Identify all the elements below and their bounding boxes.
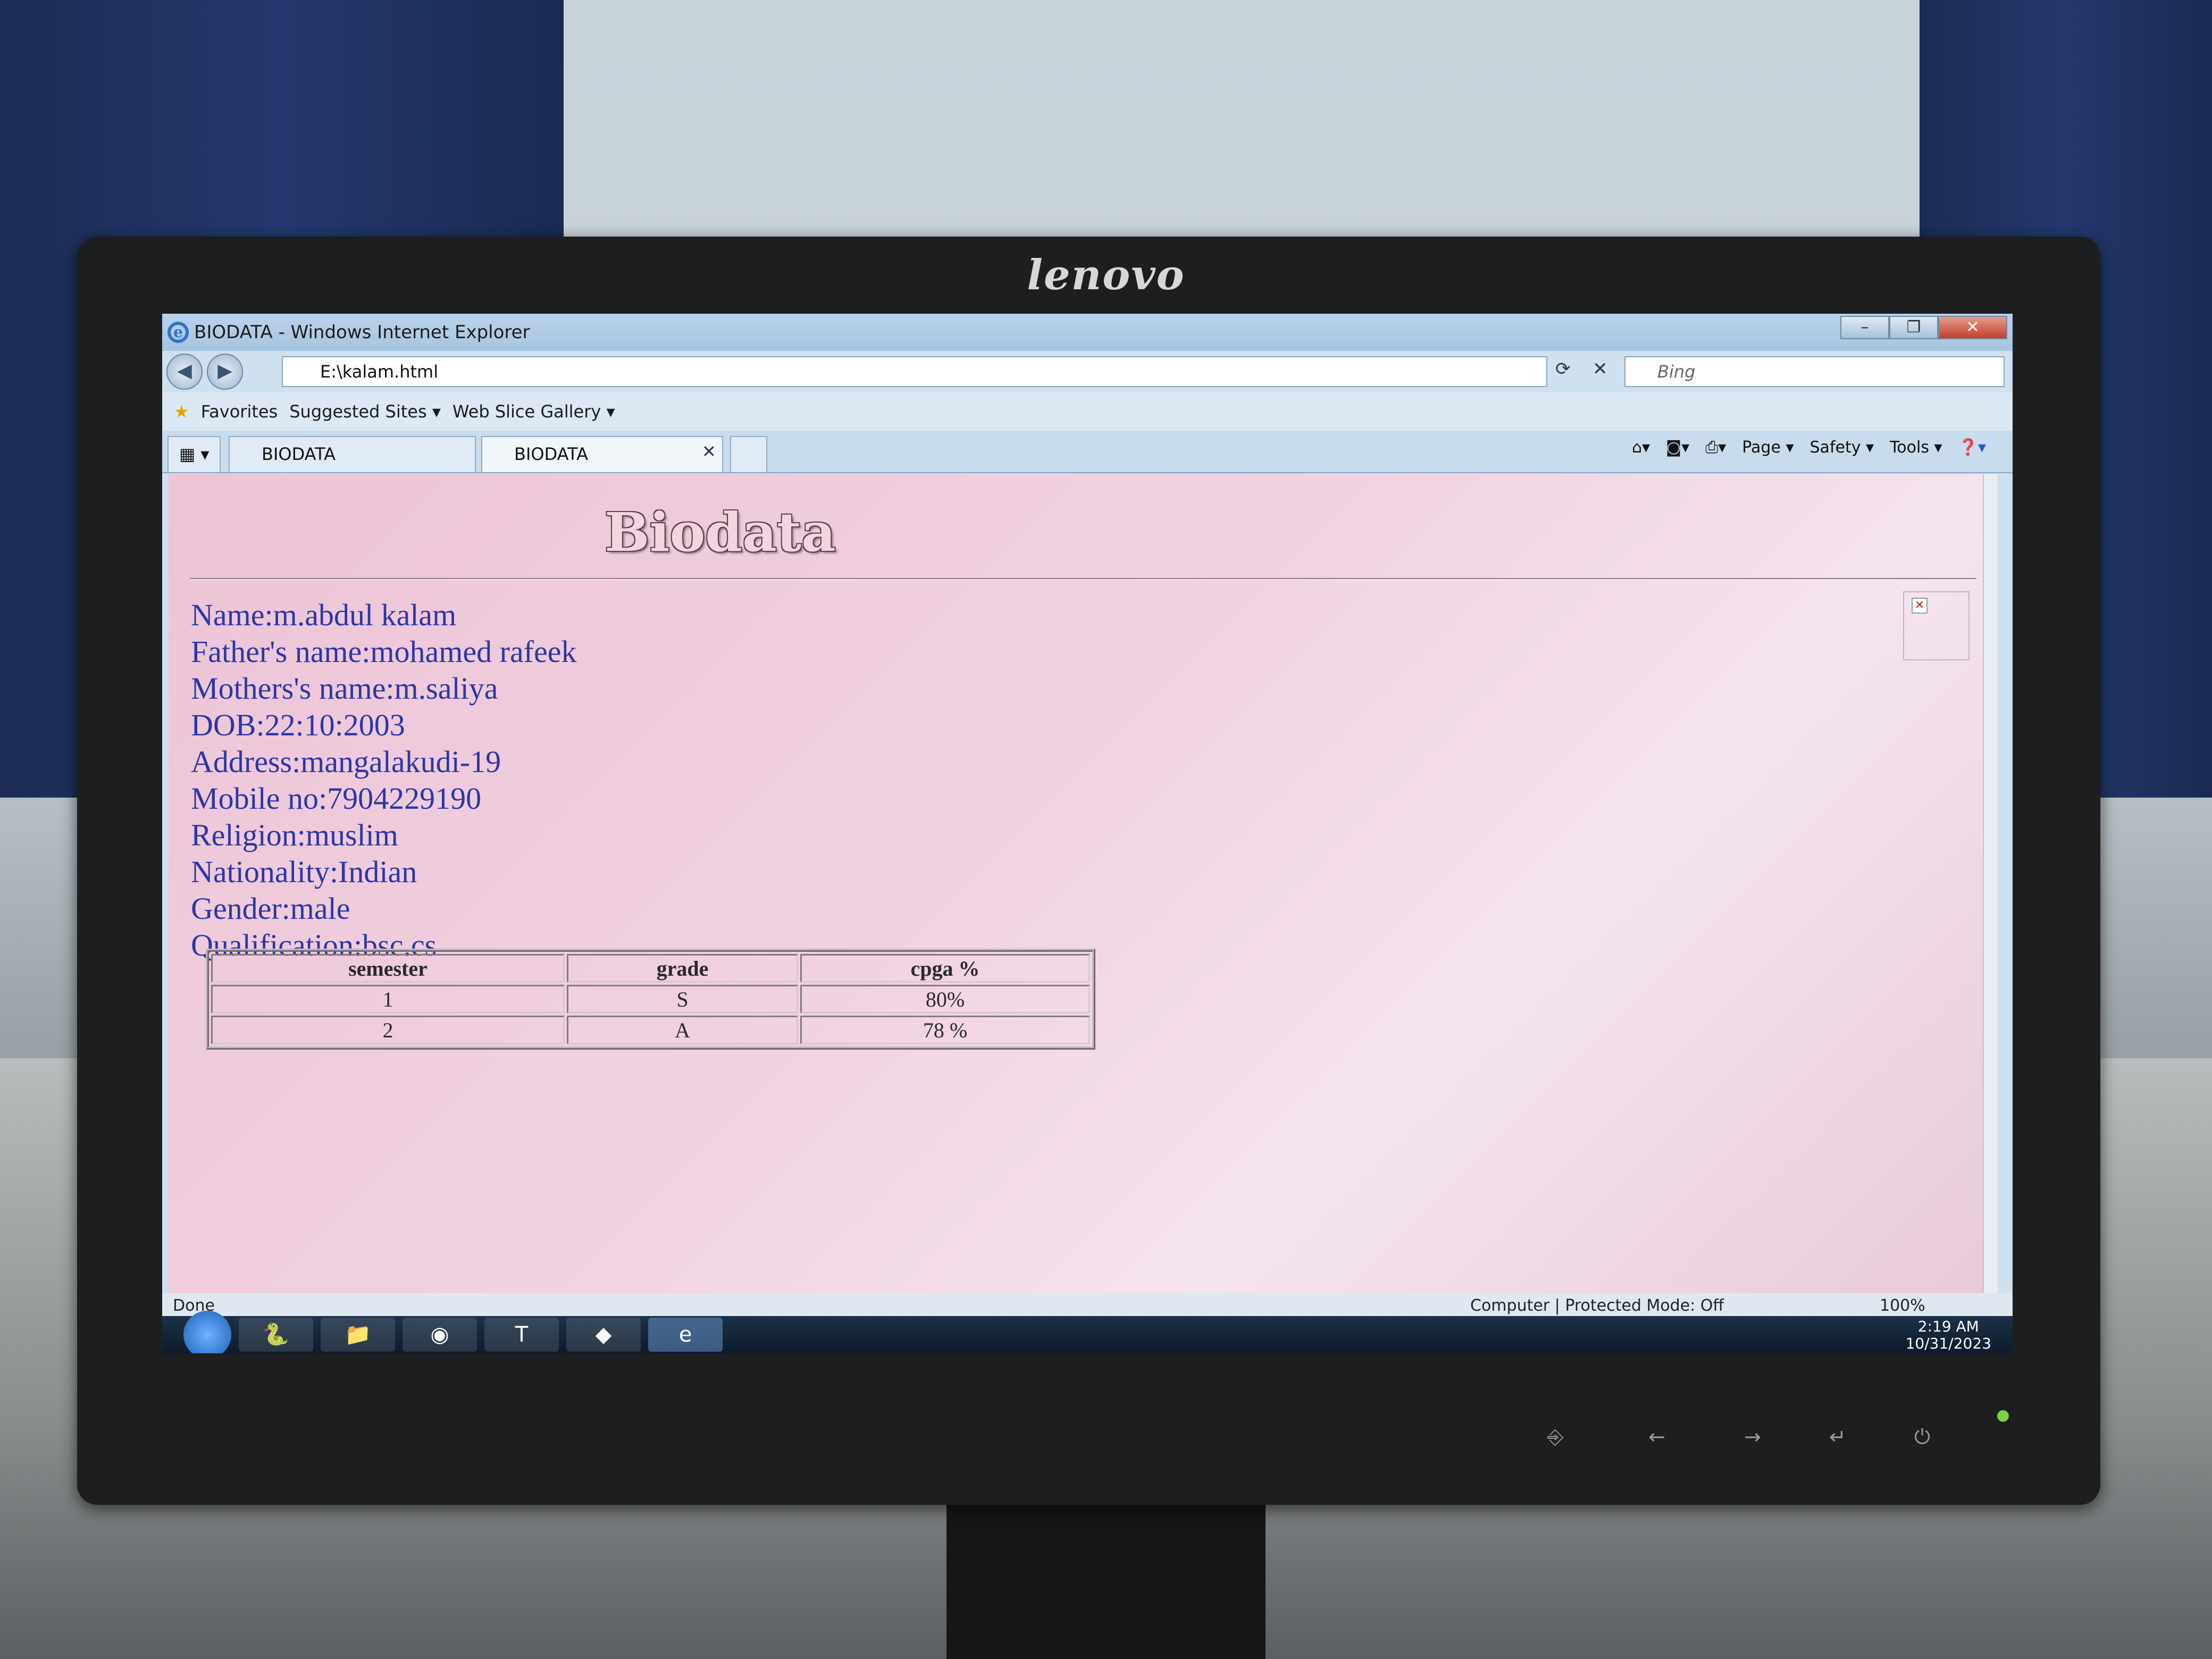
biodata-fields: Name:m.abdul kalam Father's name:mohamed…: [191, 597, 576, 963]
quick-tabs-button[interactable]: ▦ ▾: [167, 436, 221, 472]
cell-semester: 2: [211, 1016, 565, 1044]
refresh-icon[interactable]: ⟳: [1555, 358, 1571, 380]
home-icon[interactable]: ⌂▾: [1632, 438, 1650, 457]
field-father: Father's name:mohamed rafeek: [191, 634, 577, 669]
start-button[interactable]: [183, 1311, 231, 1353]
input-icon[interactable]: ⎆: [1547, 1425, 1563, 1449]
field-dob: DOB:22:10:2003: [191, 708, 405, 742]
forward-button[interactable]: ▶: [207, 354, 243, 390]
tab-bar: ▦ ▾ BIODATA BIODATA ✕ ⌂▾ ◙▾ ⎙▾ Page ▾ Sa…: [162, 431, 2013, 473]
page-menu[interactable]: Page ▾: [1742, 438, 1794, 457]
favorites-bar: ★ Favorites Suggested Sites ▾ Web Slice …: [162, 392, 2013, 431]
table-row: 2 A 78 %: [211, 1016, 1090, 1044]
left-arrow-icon[interactable]: ←: [1648, 1425, 1665, 1448]
minimize-button[interactable]: –: [1840, 316, 1889, 339]
field-mother: Mothers's name:m.saliya: [191, 671, 498, 706]
star-icon: ★: [174, 401, 189, 422]
favorites-button[interactable]: Favorites: [201, 401, 278, 422]
broken-image: ✕: [1903, 591, 1970, 660]
grades-table: semester grade cpga % 1 S 80% 2 A 78 %: [206, 949, 1095, 1050]
broken-image-icon: ✕: [1912, 598, 1928, 614]
header-semester: semester: [211, 954, 565, 983]
taskbar: 🐍 📁 ◉ T ◆ e 2:19 AM 10/31/2023: [162, 1311, 2013, 1353]
window-title: BIODATA - Windows Internet Explorer: [194, 322, 530, 343]
close-tab-icon[interactable]: ✕: [702, 441, 716, 462]
window-controls: – ❐ ✕: [1840, 316, 2007, 339]
field-gender: Gender:male: [191, 891, 350, 926]
cell-grade: A: [567, 1016, 798, 1044]
command-bar: ⌂▾ ◙▾ ⎙▾ Page ▾ Safety ▾ Tools ▾ ❓▾: [1616, 438, 1986, 457]
horizontal-rule: [190, 578, 1976, 580]
back-button[interactable]: ◀: [166, 354, 203, 390]
ie-taskbar-icon[interactable]: e: [648, 1318, 723, 1352]
vertical-scrollbar[interactable]: [1983, 474, 1998, 1293]
table-header-row: semester grade cpga %: [211, 954, 1090, 983]
field-name: Name:m.abdul kalam: [191, 598, 457, 632]
title-bar: e BIODATA - Windows Internet Explorer – …: [162, 314, 2013, 351]
feeds-icon[interactable]: ◙▾: [1666, 438, 1689, 457]
system-clock[interactable]: 2:19 AM 10/31/2023: [1906, 1318, 1991, 1352]
address-bar[interactable]: E:\kalam.html: [282, 356, 1547, 387]
header-cpga: cpga %: [800, 954, 1090, 983]
page-heading: Biodata: [605, 501, 836, 564]
web-slice-gallery-link[interactable]: Web Slice Gallery ▾: [453, 401, 615, 422]
zoom-level[interactable]: 100%: [1880, 1296, 1925, 1315]
new-tab-button[interactable]: [730, 436, 767, 472]
help-icon[interactable]: ❓▾: [1958, 438, 1986, 457]
python-taskbar-icon[interactable]: 🐍: [239, 1318, 313, 1352]
monitor-brand-logo: lenovo: [1027, 251, 1185, 299]
power-led: [1997, 1410, 2009, 1422]
header-grade: grade: [567, 954, 798, 983]
right-arrow-icon[interactable]: →: [1744, 1425, 1761, 1448]
status-bar: Done Computer | Protected Mode: Off 100%: [162, 1293, 2013, 1317]
maximize-button[interactable]: ❐: [1889, 316, 1938, 339]
clock-time: 2:19 AM: [1917, 1318, 1979, 1335]
cell-semester: 1: [211, 985, 565, 1013]
tools-menu[interactable]: Tools ▾: [1890, 438, 1942, 457]
app-taskbar-icon[interactable]: ◆: [566, 1318, 641, 1352]
page-content: Biodata Name:m.abdul kalam Father's name…: [169, 474, 1998, 1293]
zone-text: Computer | Protected Mode: Off: [1470, 1296, 1724, 1315]
monitor-buttons: ⎆ ← → ↵ ⏻: [1531, 1425, 2037, 1468]
field-mobile: Mobile no:7904229190: [191, 781, 482, 816]
tab-biodata-1[interactable]: BIODATA: [229, 436, 476, 472]
power-icon[interactable]: ⏻: [1914, 1425, 1930, 1449]
cell-cpga: 78 %: [800, 1016, 1090, 1044]
clock-date: 10/31/2023: [1905, 1335, 1991, 1352]
stop-icon[interactable]: ✕: [1593, 358, 1608, 380]
field-religion: Religion:muslim: [191, 818, 398, 852]
navigation-bar: ◀ ▶ E:\kalam.html ⟳ ✕ Bing: [162, 351, 2013, 392]
table-row: 1 S 80%: [211, 985, 1090, 1013]
search-input[interactable]: Bing: [1624, 356, 2005, 387]
monitor-stand: [946, 1489, 1266, 1659]
safety-menu[interactable]: Safety ▾: [1810, 438, 1874, 457]
explorer-taskbar-icon[interactable]: 📁: [321, 1318, 395, 1352]
screen: e BIODATA - Windows Internet Explorer – …: [162, 314, 2013, 1353]
tally-taskbar-icon[interactable]: T: [484, 1318, 559, 1352]
cell-cpga: 80%: [800, 985, 1090, 1013]
cell-grade: S: [567, 985, 798, 1013]
suggested-sites-link[interactable]: Suggested Sites ▾: [289, 401, 441, 422]
close-button[interactable]: ✕: [1938, 316, 2007, 339]
field-address: Address:mangalakudi-19: [191, 744, 501, 779]
tab-biodata-2[interactable]: BIODATA: [481, 436, 723, 472]
print-icon[interactable]: ⎙▾: [1705, 438, 1726, 457]
chrome-taskbar-icon[interactable]: ◉: [403, 1318, 477, 1352]
field-nationality: Nationality:Indian: [191, 854, 417, 889]
enter-icon[interactable]: ↵: [1829, 1425, 1846, 1448]
ie-icon: e: [167, 322, 189, 343]
